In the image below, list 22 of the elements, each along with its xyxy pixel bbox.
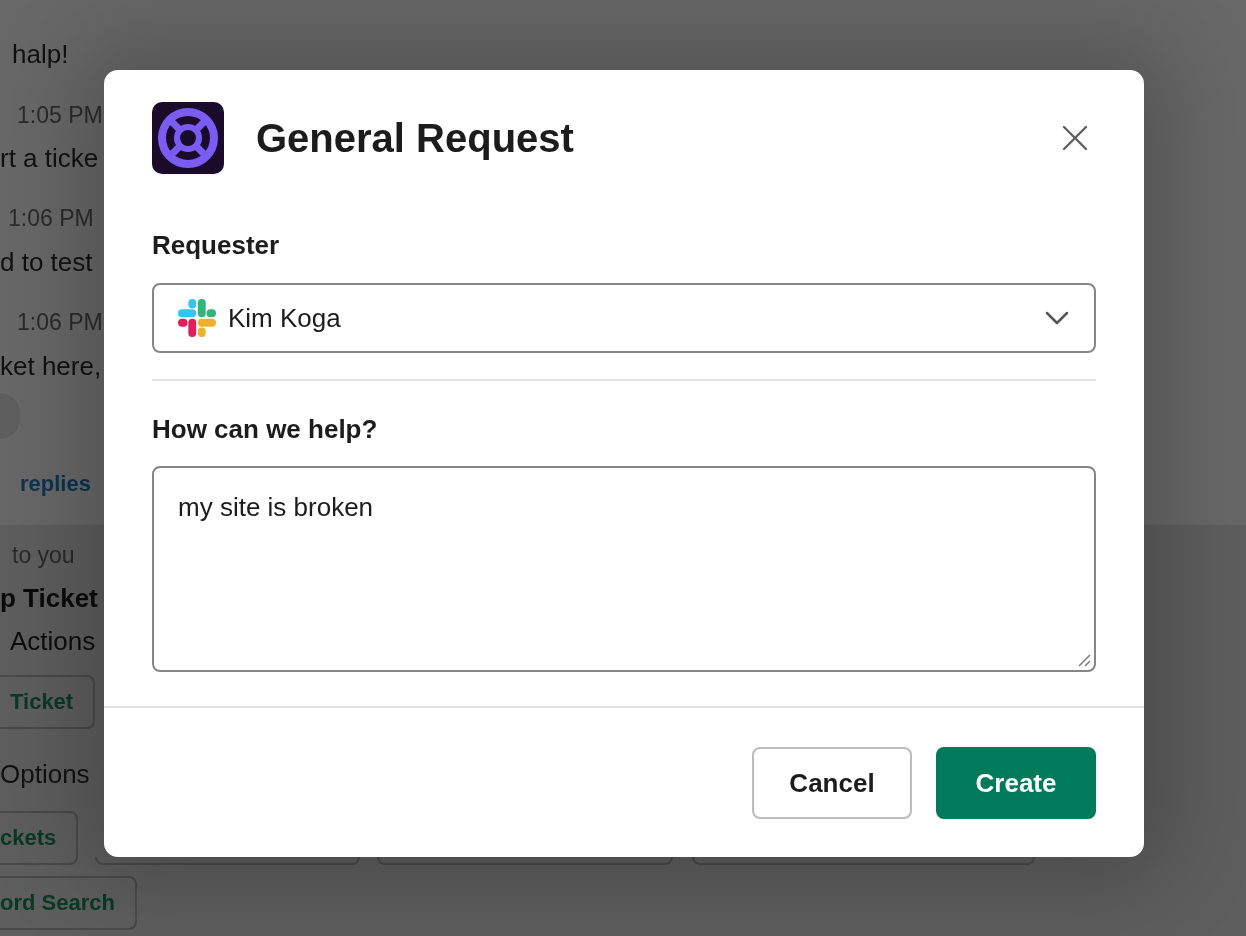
message-subtitle: Actions [10, 625, 96, 658]
requester-dropdown[interactable]: Kim Koga [152, 283, 1096, 353]
description-field[interactable]: my site is broken [152, 466, 1096, 672]
message-text: ket here, [0, 350, 102, 383]
message-text: rt a ticke [0, 142, 99, 175]
create-button[interactable]: Create [936, 747, 1096, 819]
options-label: Options [0, 758, 90, 791]
modal-title: General Request [256, 115, 574, 162]
message-title: p Ticket [0, 582, 98, 615]
field-label: Requester [152, 229, 281, 261]
timestamp: 1:06 PM [17, 308, 103, 337]
lifebuoy-icon [152, 102, 224, 174]
cancel-button[interactable]: Cancel [752, 747, 912, 819]
close-icon [1062, 125, 1088, 151]
hash-logo-icon [178, 299, 216, 337]
timestamp: 1:06 PM [8, 204, 94, 233]
chevron-down-icon [1045, 311, 1069, 325]
message-text: d to test [0, 246, 93, 279]
timestamp: 1:05 PM [17, 101, 103, 130]
field-label: How can we help? [152, 413, 379, 445]
resize-handle-icon[interactable] [1077, 653, 1091, 667]
message-text: halp! [12, 38, 69, 71]
